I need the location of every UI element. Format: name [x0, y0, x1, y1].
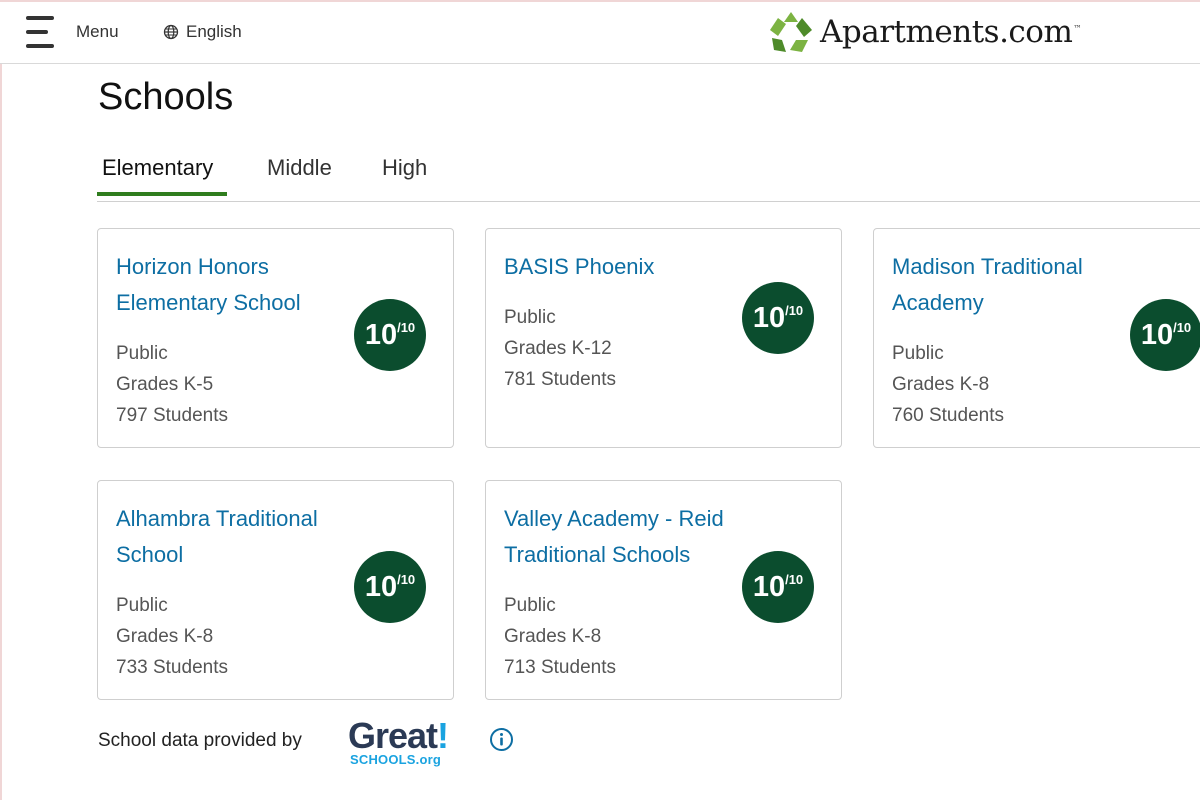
school-students: 781 Students [504, 369, 616, 390]
school-card[interactable]: Alhambra Traditional School Public Grade… [97, 480, 454, 700]
recycle-logo-icon [770, 12, 812, 52]
rating-badge: 10/10 [742, 551, 814, 623]
rating-badge: 10/10 [1130, 299, 1200, 371]
school-name-link[interactable]: Madison Traditional Academy [892, 249, 1132, 321]
school-grades: Grades K-8 [892, 374, 990, 395]
logo-wordmark: Apartments.com™ [820, 14, 1081, 50]
greatschools-wordmark: Great! [348, 715, 449, 756]
school-card[interactable]: Valley Academy - Reid Traditional School… [485, 480, 842, 700]
school-grades: Grades K-8 [116, 626, 214, 647]
rating-badge: 10/10 [354, 551, 426, 623]
tab-middle[interactable]: Middle [267, 155, 332, 201]
page-title: Schools [98, 76, 234, 118]
school-card[interactable]: Madison Traditional Academy Public Grade… [873, 228, 1200, 448]
tab-middle-label: Middle [267, 155, 332, 180]
school-name-link[interactable]: Alhambra Traditional School [116, 501, 356, 573]
language-selector[interactable]: English [163, 22, 242, 42]
menu-button[interactable]: Menu [76, 22, 119, 42]
school-type: Public [504, 307, 556, 328]
tab-elementary-label: Elementary [102, 155, 214, 180]
language-label: English [186, 22, 242, 41]
active-tab-indicator [97, 192, 227, 196]
school-card[interactable]: BASIS Phoenix Public Grades K-12 781 Stu… [485, 228, 842, 448]
tab-high-label: High [382, 155, 428, 180]
school-type: Public [504, 595, 556, 616]
greatschools-domain: SCHOOLS.org [350, 752, 442, 767]
school-name-link[interactable]: BASIS Phoenix [504, 249, 744, 285]
school-students: 797 Students [116, 405, 228, 426]
site-header: Menu English Apartments.com™ [0, 2, 1200, 64]
school-type: Public [892, 343, 944, 364]
rating-badge: 10/10 [354, 299, 426, 371]
school-students: 760 Students [892, 405, 1004, 426]
greatschools-logo[interactable]: Great! SCHOOLS.org [348, 716, 468, 770]
school-type: Public [116, 595, 168, 616]
school-level-tabs: Elementary Middle High [97, 150, 1200, 202]
school-name-link[interactable]: Horizon Honors Elementary School [116, 249, 356, 321]
school-card[interactable]: Horizon Honors Elementary School Public … [97, 228, 454, 448]
rating-badge: 10/10 [742, 282, 814, 354]
school-students: 733 Students [116, 657, 228, 678]
tab-high[interactable]: High [382, 155, 427, 201]
school-grades: Grades K-12 [504, 338, 612, 359]
globe-icon [163, 24, 179, 40]
school-grades: Grades K-5 [116, 374, 214, 395]
school-type: Public [116, 343, 168, 364]
school-students: 713 Students [504, 657, 616, 678]
window-left-border [0, 0, 2, 800]
school-name-link[interactable]: Valley Academy - Reid Traditional School… [504, 501, 744, 573]
apartments-logo[interactable]: Apartments.com™ [768, 8, 1081, 56]
school-grades: Grades K-8 [504, 626, 602, 647]
hamburger-menu-icon[interactable] [24, 12, 56, 52]
data-provider-label: School data provided by [98, 730, 302, 751]
info-icon[interactable] [489, 727, 514, 752]
